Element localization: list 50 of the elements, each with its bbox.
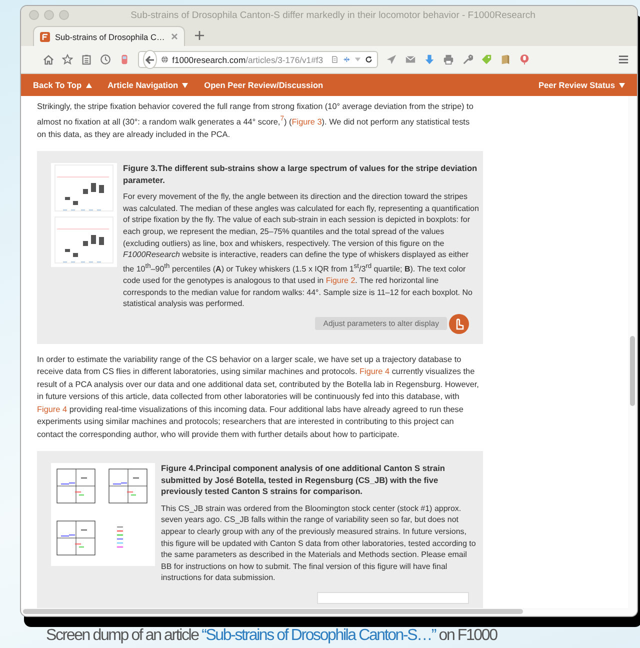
horizontal-scrollbar[interactable] (23, 609, 523, 614)
close-icon[interactable] (171, 33, 178, 40)
print-icon[interactable] (443, 54, 454, 65)
globe-icon (160, 54, 168, 65)
paragraph: Strikingly, the stripe fixation behavior covered the full range from strong fixation (10° average deviation from the stripe) to almost no fixation at all (30°: a random walk generates a 44° score,$^{7}$) (Figure 3). We did not perform any statistical tests on this data, as they are already included in the PCA. (37, 101, 474, 141)
nav-link[interactable]: Peer Review Status (538, 80, 625, 90)
menu-icon[interactable] (618, 54, 629, 65)
clock-icon[interactable] (100, 54, 111, 65)
caption-text: Screen dump of an article “Sub-strains of Drosophila Canton-S…” on F1000 (46, 626, 498, 646)
figure-title: Figure 4.Principal component analysis of one additional Canton S strain submitted by José Botella, tested in Regensburg (CS_JB) with the five previously tested Canton S strains for comparison. (161, 463, 446, 498)
link[interactable]: 7 (280, 117, 284, 126)
link[interactable]: “Sub-strains of Drosophila Canton-S…” (202, 627, 436, 644)
figure-caption: For every movement of the fly, the angle between its direction and the direction toward the stripes was calculated. The median of these angles was calculated for each fly, representing a quantification of stripe fixation by the fly. The value of each sub-strain in each session is depicted in boxplots: for each group, we represent the median, 25–75% quantiles and the total spread of the values (excluding outliers) as line, box and whiskers, respectively. The version of this figure on the F1000Research website is interactive, readers can define the type of whiskers displayed as either the 10$^{th}$–90$^{th}$ percentiles (A) or Tukey whiskers (1.5 x IQR from 1$^{st}$/3$^{rd}$ quartile; B). The text color code used for the genotypes is analogous to that used in Figure 2. The red horizontal line corresponds to the median value for random walks: 44°. Sample size is 11–12 for each boxplot. No statistical analysis was performed. (123, 191, 479, 310)
clipboard-icon[interactable] (81, 54, 92, 65)
link[interactable]: Figure 3 (292, 117, 322, 126)
tag-icon[interactable] (481, 54, 492, 65)
reader-icon[interactable] (331, 54, 339, 65)
send-icon[interactable] (386, 54, 397, 65)
paragraph: In order to estimate the variability range of the CS behavior on a larger scale, we have set up a trajectory database to receive data from CS flies in different laboratories, using similar machines and protocols. Figure 4 currently visualizes the result of a PCA analysis over our data and one additional data set, contributed by the Botella lab in Regensburg. However, in future versions of this article, data collected from other laboratories will be continuously fed into this database, with Figure 4 providing real-time visualizations of this incoming data. Four additional labs have already agreed to run these experiments using similar machines and protocols; researchers that are interested in contributing to this project can contact the corresponding author, who will provide them with further details about how to participate. (37, 354, 479, 441)
mail-icon[interactable] (405, 54, 416, 65)
boxplot-thumbnail[interactable] (51, 163, 117, 268)
download-icon[interactable] (424, 54, 435, 65)
nav-link[interactable]: Article Navigation (108, 80, 188, 90)
new-tab-icon[interactable] (195, 31, 204, 40)
caret-down-icon (619, 82, 625, 88)
nav-link[interactable]: Back To Top (33, 80, 92, 90)
figure-title: Figure 3.The different sub-strains show a large spectrum of values for the stripe deviation parameter. (123, 163, 478, 186)
window-title: Sub-strains of Drosophila Canton-S differ markedly in their locomotor behavior - F1000Research (130, 10, 536, 20)
wrench-icon[interactable] (462, 54, 473, 65)
home-icon[interactable] (43, 54, 54, 65)
site-favicon (40, 32, 50, 42)
star-icon[interactable] (62, 54, 73, 65)
caret-down-icon (182, 82, 188, 88)
back-arrow-icon (144, 54, 155, 64)
pca-plot-thumbnail[interactable] (51, 463, 155, 566)
url-text[interactable]: f1000research.com/articles/3-176/v1#f3 (172, 54, 324, 64)
browser-tab[interactable]: Sub-strains of Drosophila C… (33, 26, 185, 46)
back-button[interactable] (143, 50, 157, 69)
book-icon[interactable] (500, 54, 511, 65)
link[interactable]: Figure 2 (326, 276, 356, 286)
microphone-icon[interactable] (519, 54, 530, 65)
address-field[interactable]: f1000research.com/articles/3-176/v1#f3 (138, 51, 378, 68)
vertical-scrollbar[interactable] (630, 336, 635, 406)
caret-up-icon (86, 82, 92, 88)
reload-icon[interactable] (365, 54, 373, 65)
nav-link[interactable]: Open Peer Review/Discussion (204, 80, 324, 90)
link[interactable]: Figure 4 (37, 404, 68, 414)
figure-caption: This CS_JB strain was ordered from the Bloomington stock center (stock #1) approx. seven years ago. CS_JB falls within the range of variability seen so far, but does not appear to clearly group with any of the previously measured strains. In future versions, this figure will be updated with Canton S data from other laboratories, tested according to the same parameters as described in the Materials and Methods section. Please email BB for instructions on how to submit. The final version of this figure will have final instructions for data submission. (161, 502, 477, 584)
split-arrows-icon[interactable] (342, 54, 350, 65)
link[interactable]: Figure 4 (360, 367, 390, 376)
